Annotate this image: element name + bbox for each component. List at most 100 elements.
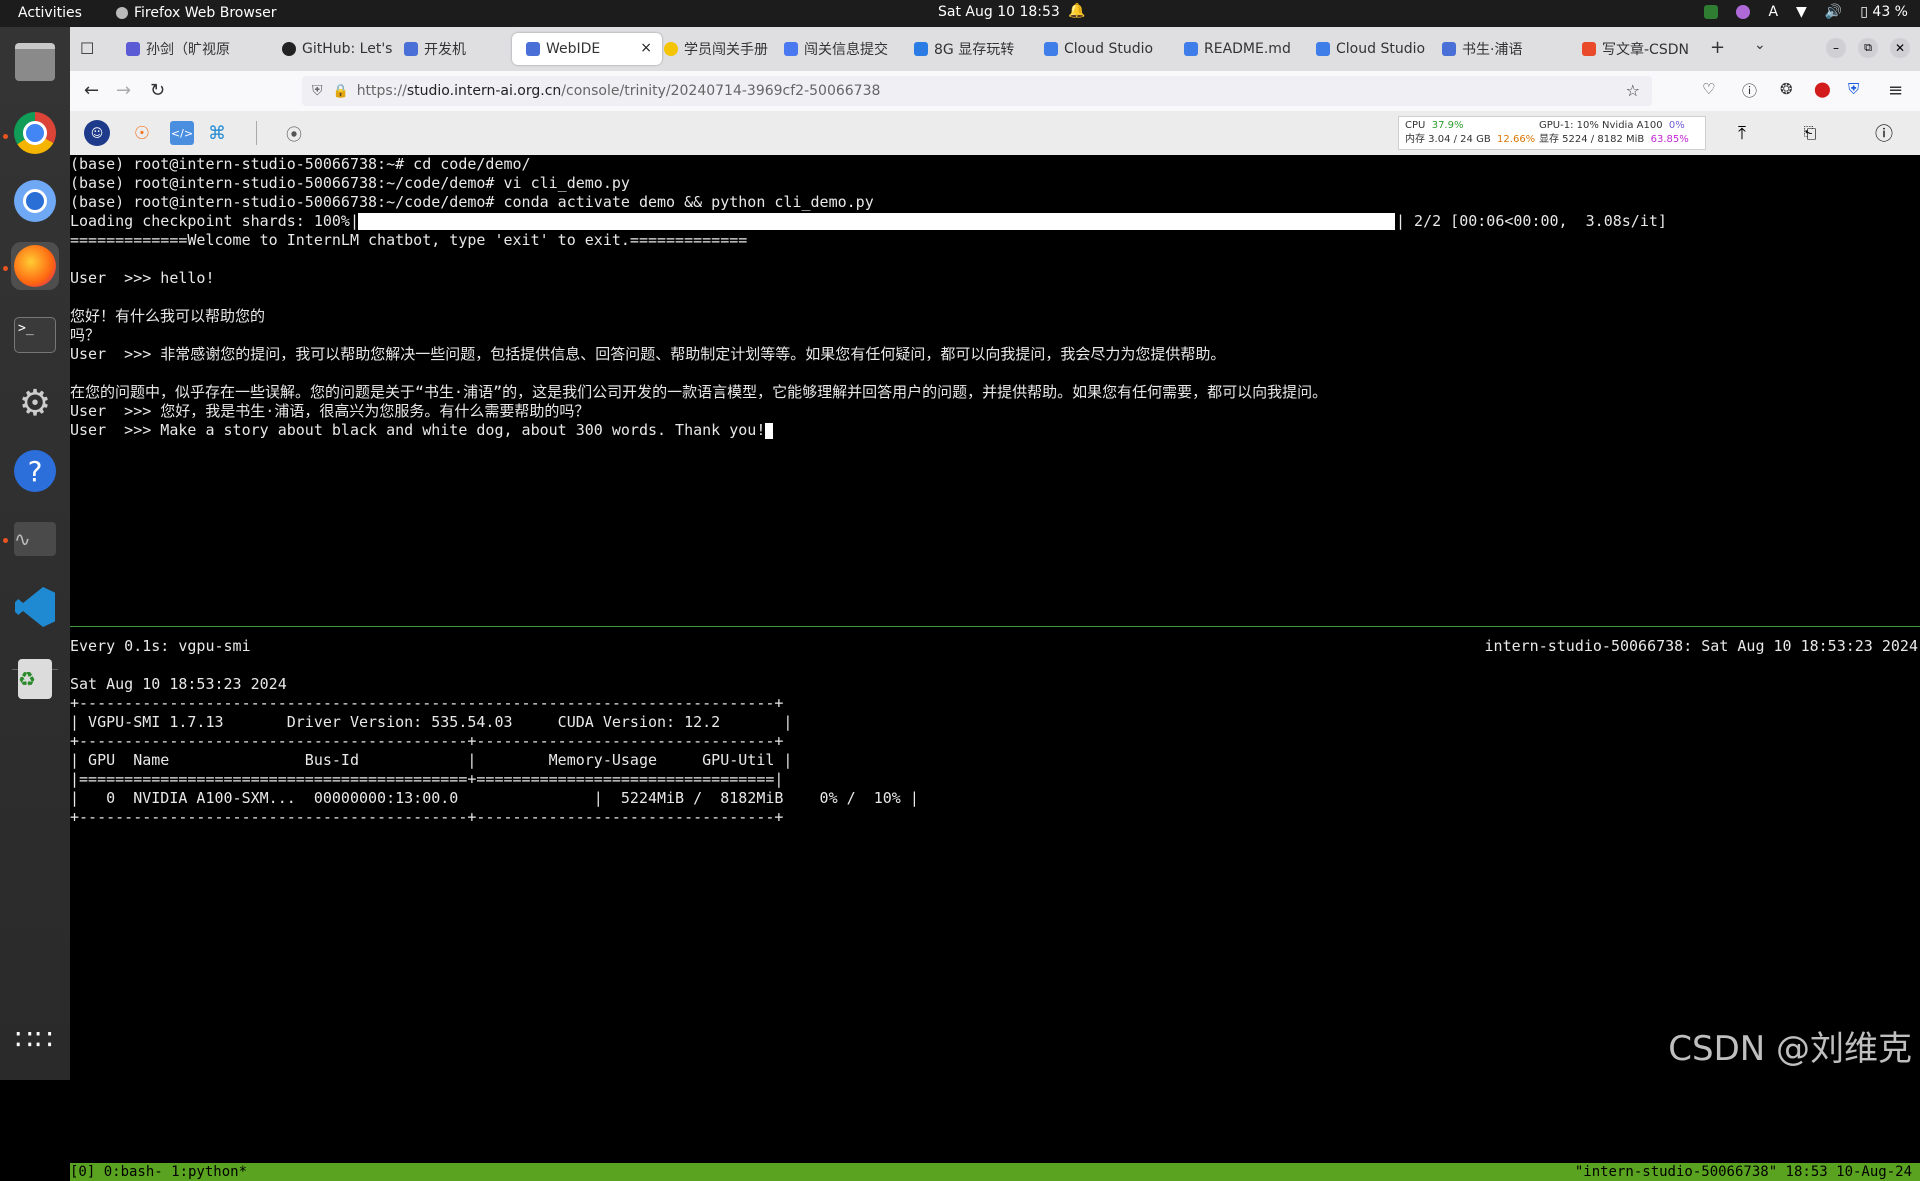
- wifi-icon[interactable]: ▼: [1796, 4, 1807, 20]
- volume-icon[interactable]: 🔊: [1825, 4, 1842, 20]
- forward-icon[interactable]: →: [116, 80, 131, 101]
- firefox-icon[interactable]: [11, 242, 59, 290]
- resource-monitor: CPU 37.9% 内存 3.04 / 24 GB 12.66% GPU-1: …: [1398, 116, 1706, 150]
- app-tray-icon[interactable]: [1736, 5, 1751, 19]
- tab-favicon: [1316, 42, 1330, 56]
- terminal-line: (base) root@intern-studio-50066738:~/cod…: [70, 193, 874, 211]
- files-icon[interactable]: [11, 38, 59, 86]
- system-monitor-icon[interactable]: ∿: [11, 515, 59, 563]
- tab-8[interactable]: README.md: [1170, 33, 1310, 65]
- minimize-icon[interactable]: –: [1826, 38, 1846, 58]
- firefox-small-icon: [116, 7, 128, 19]
- compass-icon[interactable]: ⦿: [282, 121, 306, 145]
- smi-gpu-row: | 0 NVIDIA A100-SXM... 00000000:13:00.0 …: [70, 789, 919, 807]
- app-grid-icon[interactable]: ∷∷: [11, 1015, 59, 1063]
- restore-icon[interactable]: ⧉: [1858, 38, 1878, 58]
- dock: >_ ⚙ ? ∿ ♻ ∷∷: [0, 27, 70, 1080]
- terminal-icon[interactable]: >_: [11, 311, 59, 359]
- tab-favicon: [126, 42, 140, 56]
- browser-window: ☐ 孙剑（旷视原 GitHub: Let's 开发机 WebIDE × 学员闯关手…: [70, 27, 1920, 1181]
- chat-line: User >>> 非常感谢您的提问，我可以帮助您解决一些问题，包括提供信息、回答…: [70, 345, 1226, 363]
- url-prefix: https://: [356, 83, 407, 99]
- vscode-icon[interactable]: [11, 583, 59, 631]
- clock[interactable]: Sat Aug 10 18:53: [938, 4, 1060, 20]
- url-bar[interactable]: ⛨ 🔒 https://studio.intern-ai.org.cn/cons…: [302, 76, 1652, 106]
- tab-11[interactable]: 写文章-CSDN: [1568, 33, 1688, 65]
- app-menu[interactable]: Firefox Web Browser: [116, 5, 277, 21]
- watch-header-host: intern-studio-50066738: Sat Aug 10 18:53…: [1484, 637, 1918, 655]
- smi-line: +---------------------------------------…: [70, 694, 784, 712]
- smi-line: Sat Aug 10 18:53:23 2024: [70, 675, 287, 693]
- chat-input-line: User >>> Make a story about black and wh…: [70, 421, 774, 440]
- system-top-bar: Activities Firefox Web Browser Sat Aug 1…: [0, 0, 1920, 27]
- tab-10[interactable]: 书生·浦语: [1428, 33, 1568, 65]
- bookmark-star-icon[interactable]: ☆: [1626, 81, 1640, 100]
- extensions-icon[interactable]: ❂: [1780, 80, 1793, 98]
- adblock-icon[interactable]: ⬤: [1814, 80, 1831, 98]
- intern-logo-icon[interactable]: ☺: [84, 120, 110, 146]
- tracking-protection-icon[interactable]: ⛨: [312, 83, 323, 99]
- vscode-small-icon[interactable]: ⌘: [205, 121, 229, 145]
- memory-label: 内存 3.04 / 24 GB: [1405, 134, 1491, 145]
- tab-webide[interactable]: WebIDE ×: [512, 33, 662, 65]
- cpu-value: 37.9%: [1431, 120, 1464, 131]
- menu-icon[interactable]: ≡: [1888, 80, 1903, 101]
- input-method-indicator[interactable]: A: [1768, 4, 1778, 20]
- vram-label: 显存 5224 / 8182 MiB: [1539, 134, 1645, 145]
- chromium-icon[interactable]: [11, 177, 59, 225]
- reload-icon[interactable]: ↻: [150, 80, 165, 101]
- chat-line: 您好！有什么我可以帮助您的: [70, 307, 266, 325]
- shield-tray-icon[interactable]: [1704, 5, 1719, 19]
- ssh-connect-icon[interactable]: ⤒: [1730, 121, 1754, 145]
- bitwarden-icon[interactable]: ⛨: [1848, 80, 1859, 98]
- back-icon[interactable]: ←: [84, 80, 99, 101]
- lock-icon[interactable]: 🔒: [333, 84, 349, 99]
- tmux-status-bar: [0] 0:bash- 1:python* "intern-studio-500…: [70, 1163, 1920, 1181]
- list-tabs-chevron-icon[interactable]: ⌄: [1754, 37, 1766, 53]
- help-icon[interactable]: ?: [11, 447, 59, 495]
- jupyter-icon[interactable]: ☉: [130, 121, 154, 145]
- running-indicator: [3, 134, 8, 139]
- running-indicator: [3, 538, 8, 543]
- tab-favicon: [404, 42, 418, 56]
- welcome-banner: =============Welcome to InternLM chatbot…: [70, 231, 748, 249]
- tab-label: 8G 显存玩转: [934, 42, 1015, 58]
- terminal[interactable]: (base) root@intern-studio-50066738:~# cd…: [70, 155, 1920, 1181]
- tab-0[interactable]: 孙剑（旷视原: [112, 33, 262, 65]
- activities-button[interactable]: Activities: [18, 5, 82, 21]
- tab-9[interactable]: Cloud Studio: [1302, 33, 1442, 65]
- tab-label: 开发机: [424, 42, 466, 58]
- tab-5[interactable]: 闯关信息提交: [770, 33, 900, 65]
- tab-overview-icon[interactable]: ☐: [80, 39, 94, 58]
- tab-label: GitHub: Let's: [302, 41, 393, 57]
- system-tray[interactable]: A ▼ 🔊 ▯ 43 %: [1704, 4, 1908, 20]
- tab-favicon: [526, 42, 540, 56]
- github-icon: [282, 42, 296, 56]
- info-icon[interactable]: ⓘ: [1872, 121, 1896, 145]
- trash-icon[interactable]: ♻: [11, 655, 59, 703]
- tab-label: Cloud Studio: [1064, 41, 1154, 57]
- tab-favicon: [1044, 42, 1058, 56]
- tab-label: 孙剑（旷视原: [146, 42, 230, 58]
- loading-progress-stats: | 2/2 [00:06<00:00, 3.08s/it]: [1396, 212, 1667, 230]
- url-host: studio.intern-ai.org.cn: [406, 83, 562, 99]
- code-server-icon[interactable]: </>: [170, 121, 194, 145]
- close-window-icon[interactable]: ✕: [1890, 38, 1910, 58]
- tmux-pane-divider[interactable]: [70, 626, 1920, 627]
- extension-info-icon[interactable]: ⓘ: [1742, 80, 1757, 101]
- text-cursor: [765, 422, 774, 439]
- cpu-label: CPU: [1405, 120, 1426, 131]
- new-tab-icon[interactable]: +: [1710, 37, 1725, 58]
- tab-7[interactable]: Cloud Studio: [1030, 33, 1170, 65]
- battery-indicator[interactable]: ▯ 43 %: [1860, 4, 1908, 20]
- settings-icon[interactable]: ⚙: [11, 379, 59, 427]
- pocket-icon[interactable]: ♡: [1702, 80, 1715, 98]
- chat-line: User >>> 您好，我是书生·浦语，很高兴为您服务。有什么需要帮助的吗？: [70, 402, 590, 420]
- tab-6[interactable]: 8G 显存玩转: [900, 33, 1030, 65]
- gpu-stat: GPU-1: 10% Nvidia A100 0%: [1539, 119, 1685, 133]
- tab-4[interactable]: 学员闯关手册: [650, 33, 770, 65]
- tab-label: 闯关信息提交: [804, 42, 888, 58]
- port-mapping-icon[interactable]: ⎗: [1798, 121, 1822, 145]
- tmux-window-list[interactable]: [0] 0:bash- 1:python*: [70, 1163, 247, 1181]
- chrome-icon[interactable]: [11, 109, 59, 157]
